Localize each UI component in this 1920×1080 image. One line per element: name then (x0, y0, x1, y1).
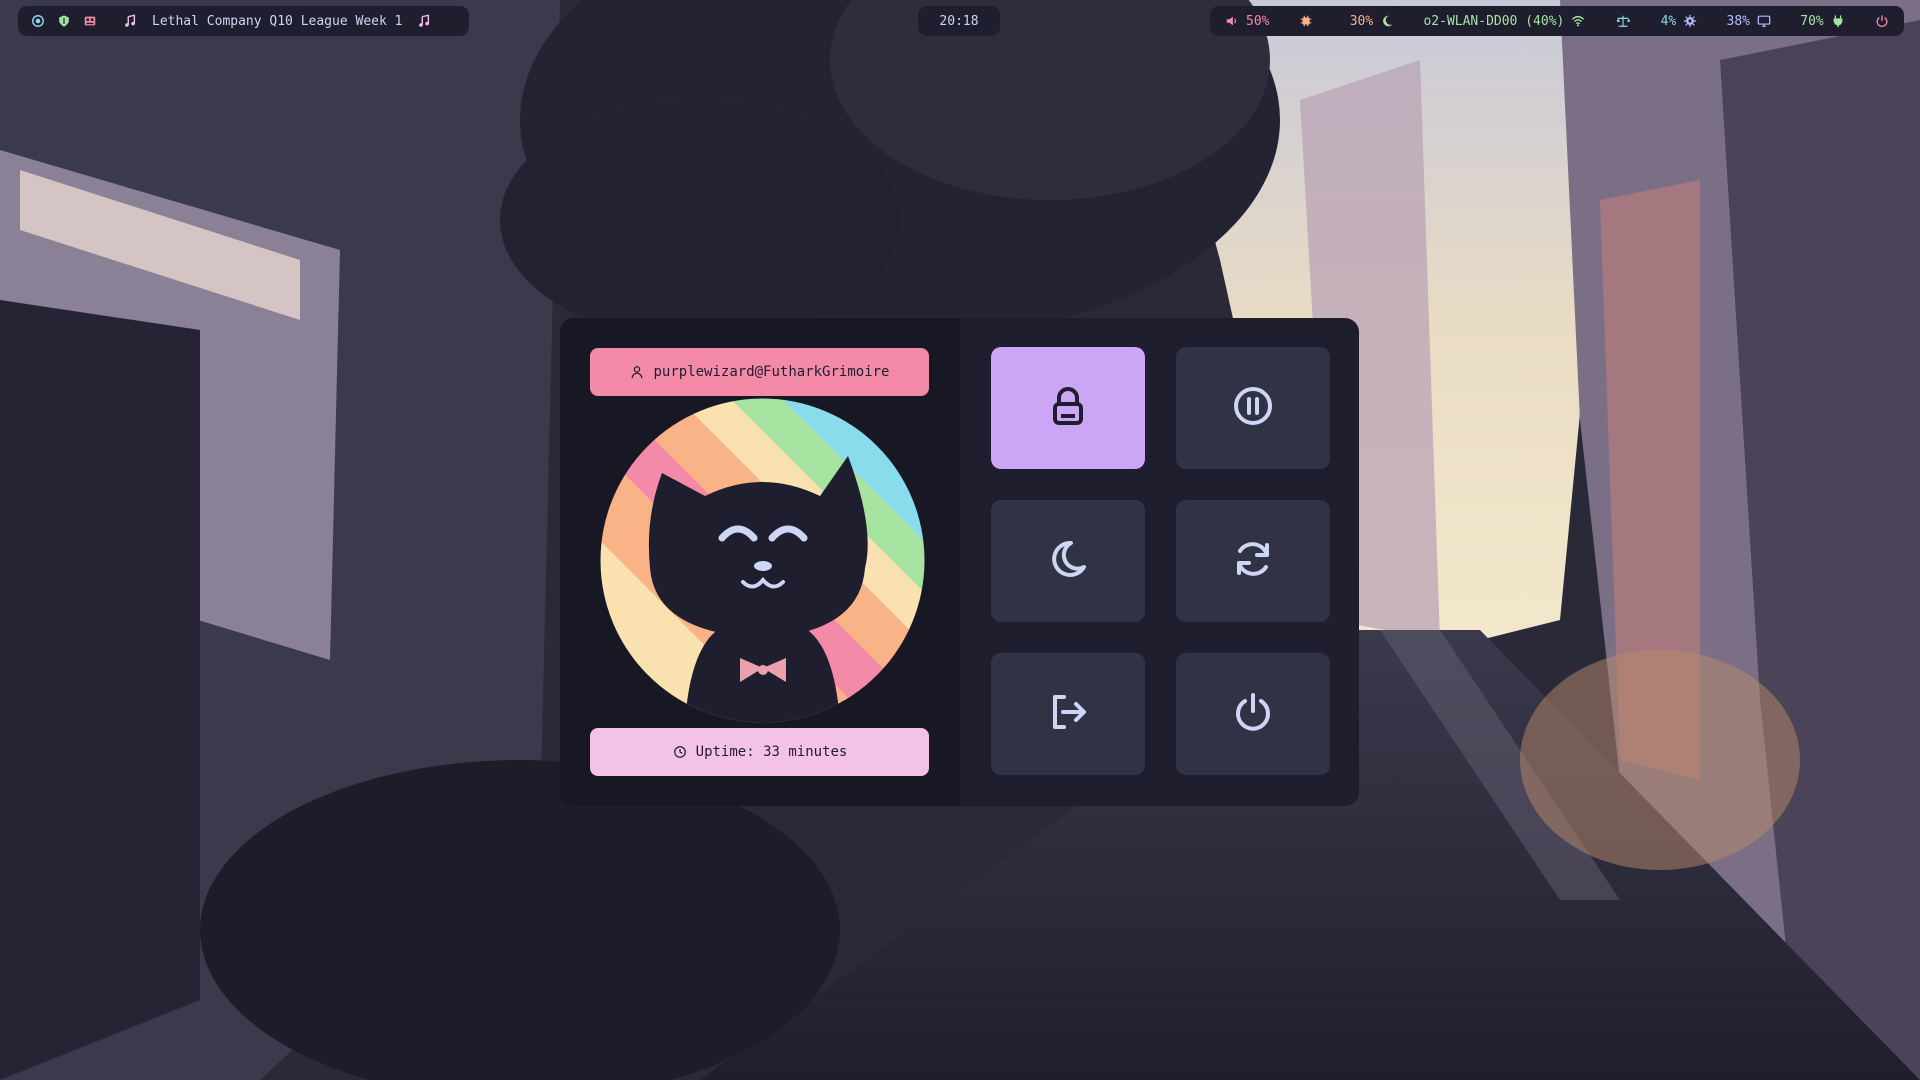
topbar-right-modules: 50% 30% o2-WLAN-DD00 (40%) 4% 38% 70% (1210, 6, 1904, 36)
cpu-icon (1298, 13, 1314, 29)
temp-module[interactable]: 38% (1727, 13, 1772, 29)
volume-icon (1224, 13, 1240, 29)
power-icon (1231, 690, 1275, 738)
power-icon (1874, 13, 1890, 29)
load-module[interactable]: 4% (1615, 13, 1699, 29)
power-menu: purplewizard@FutharkGrimoire Uptime: 33 … (560, 318, 1359, 806)
clock[interactable]: 20:18 (918, 6, 1000, 36)
game-app-icon[interactable] (82, 13, 98, 29)
shutdown-button[interactable] (1176, 653, 1330, 775)
volume-value: 50% (1246, 13, 1270, 29)
battery-module[interactable]: 70% (1800, 13, 1845, 29)
logout-button[interactable] (991, 653, 1145, 775)
volume-module[interactable]: 50% (1224, 13, 1269, 29)
uptime-badge: Uptime: 33 minutes (590, 728, 929, 776)
network-module[interactable]: o2-WLAN-DD00 (40%) (1423, 13, 1586, 29)
wifi-icon (1570, 13, 1586, 29)
clock-icon (672, 744, 688, 760)
cpu-module[interactable]: 30% (1298, 13, 1395, 29)
avatar (600, 398, 925, 723)
logout-icon (1046, 690, 1090, 738)
topbar-left-module: Lethal Company Q10 League Week 1 (18, 6, 469, 36)
power-menu-toggle[interactable] (1874, 13, 1890, 29)
username: purplewizard@FutharkGrimoire (653, 364, 890, 380)
network-value: o2-WLAN-DD00 (40%) (1423, 13, 1565, 29)
battery-value: 70% (1800, 13, 1824, 29)
pause-icon (1231, 384, 1275, 432)
media-title[interactable]: Lethal Company Q10 League Week 1 (152, 14, 402, 29)
hibernate-button[interactable] (991, 500, 1145, 622)
user-icon (629, 364, 645, 380)
refresh-icon (1231, 537, 1275, 585)
moon-icon (1046, 537, 1090, 585)
clock-time: 20:18 (939, 13, 979, 29)
uptime-text: Uptime: 33 minutes (695, 744, 848, 760)
shield-icon[interactable] (56, 13, 72, 29)
user-badge: purplewizard@FutharkGrimoire (590, 348, 929, 396)
gear-icon (1682, 13, 1698, 29)
monitor-icon (1756, 13, 1772, 29)
reboot-button[interactable] (1176, 500, 1330, 622)
lock-button[interactable] (991, 347, 1145, 469)
music-note-icon (122, 13, 138, 29)
temp-value: 38% (1726, 13, 1750, 29)
profile-panel: purplewizard@FutharkGrimoire Uptime: 33 … (560, 318, 960, 806)
plug-icon (1830, 13, 1846, 29)
moon-icon (1379, 13, 1395, 29)
lock-icon (1046, 384, 1090, 432)
music-note-icon (416, 13, 432, 29)
cpu-value: 30% (1349, 13, 1374, 29)
radio-button-icon[interactable] (30, 13, 46, 29)
load-value: 4% (1660, 13, 1677, 29)
suspend-button[interactable] (1176, 347, 1330, 469)
scale-icon (1615, 13, 1631, 29)
